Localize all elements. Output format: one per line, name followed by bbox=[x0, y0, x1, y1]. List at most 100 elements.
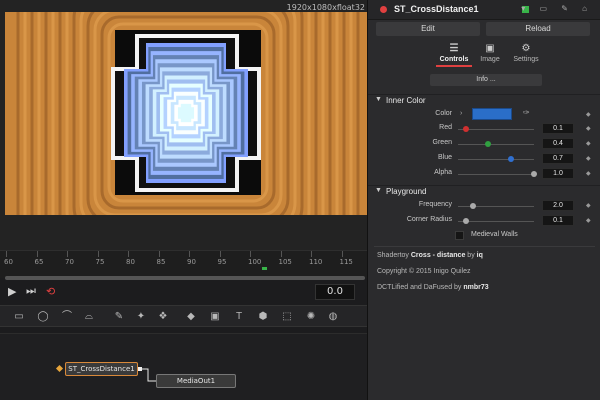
section-playground[interactable]: ▼ Playground bbox=[368, 185, 600, 197]
node-connection bbox=[55, 364, 156, 382]
paint-icon[interactable]: ✎ bbox=[112, 310, 126, 324]
param-slider-knob[interactable] bbox=[462, 126, 469, 132]
tab-image[interactable]: ▣ Image bbox=[470, 42, 510, 63]
credit-shader-name[interactable]: Cross - distance bbox=[411, 252, 465, 259]
text-icon[interactable]: T bbox=[232, 310, 246, 324]
shape3d-icon[interactable]: ◆ bbox=[184, 310, 198, 324]
ruler-tick bbox=[36, 251, 38, 257]
node-mediaout[interactable]: MediaOut1 bbox=[156, 374, 236, 388]
current-time-field[interactable]: 0.0 bbox=[315, 284, 355, 300]
ruler-tick bbox=[6, 251, 7, 257]
tab-settings[interactable]: ⚙ Settings bbox=[506, 42, 546, 63]
keyframe-diamond-icon[interactable]: ◆ bbox=[586, 125, 591, 132]
param-value-field[interactable]: 0.1 bbox=[542, 215, 574, 226]
param-value-field[interactable]: 0.1 bbox=[542, 123, 574, 134]
param-slider-knob[interactable] bbox=[531, 171, 537, 177]
inspector-node-title: ST_CrossDistance1 bbox=[394, 4, 479, 14]
shader-preview bbox=[5, 12, 367, 215]
node-editor[interactable]: ST_CrossDistance1 MediaOut1 bbox=[0, 333, 367, 400]
rectangle-mask-icon[interactable]: ▭ bbox=[12, 310, 26, 324]
param-label: Blue bbox=[437, 154, 452, 161]
credits-line-2: Copyright © 2015 Inigo Quilez bbox=[377, 268, 471, 275]
header-tool-icons[interactable]: ▾ ▭ ✎ ⌂ bbox=[521, 4, 593, 13]
tools-toolbar: ▭ ◯ ⌒ ⌓ ✎ ✦ ❖ ◆ ▣ T ⬢ ⬚ ✺ ◍ bbox=[0, 305, 367, 327]
color-keyframe-row: ◆ bbox=[368, 108, 600, 122]
render-canvas[interactable] bbox=[5, 12, 367, 215]
edit-reload-row: Edit Reload bbox=[368, 22, 600, 38]
time-ruler[interactable]: 60 65 70 75 80 85 90 95 100 105 110 115 bbox=[0, 250, 367, 270]
param-slider-knob[interactable] bbox=[485, 141, 492, 147]
credit-author[interactable]: iq bbox=[477, 252, 483, 259]
keyframe-diamond-icon[interactable]: ◆ bbox=[586, 202, 591, 209]
collapse-caret-icon: ▼ bbox=[375, 187, 382, 194]
credits-line-3: DCTLified and DaFused by nmbr73 bbox=[377, 284, 592, 291]
param-slider-knob[interactable] bbox=[470, 203, 477, 209]
keyframe-marker[interactable] bbox=[262, 267, 267, 270]
tab-controls[interactable]: ☰ Controls bbox=[434, 42, 474, 67]
param-value-field[interactable]: 2.0 bbox=[542, 200, 574, 211]
play-icon[interactable]: ▶ bbox=[8, 285, 16, 298]
polygon-mask-icon[interactable]: ⌒ bbox=[60, 310, 74, 324]
image-icon: ▣ bbox=[485, 43, 495, 54]
param-value-field[interactable]: 0.4 bbox=[542, 138, 574, 149]
param-slider-track[interactable] bbox=[458, 129, 534, 130]
ruler-tick-label: 65 bbox=[34, 258, 44, 266]
loop-icon[interactable]: ⟲ bbox=[46, 285, 55, 298]
edit-button[interactable]: Edit bbox=[376, 22, 480, 36]
bspline-mask-icon[interactable]: ⌓ bbox=[82, 310, 96, 324]
app-root: 1920x1080xfloat32 60 65 70 75 80 85 90 95 100 105… bbox=[0, 0, 600, 400]
ruler-tick bbox=[189, 251, 190, 257]
param-label: Red bbox=[439, 124, 452, 131]
transport-controls: ▶ ⏭ ⟲ 0.0 bbox=[0, 282, 367, 302]
tab-controls-label: Controls bbox=[439, 56, 469, 63]
reload-button[interactable]: Reload bbox=[486, 22, 590, 36]
timeline[interactable]: 60 65 70 75 80 85 90 95 100 105 110 115 bbox=[0, 250, 367, 278]
param-value-field[interactable]: 1.0 bbox=[542, 168, 574, 179]
ruler-tick bbox=[280, 251, 282, 257]
sliders-icon: ☰ bbox=[449, 43, 459, 54]
keyframe-diamond-icon[interactable]: ◆ bbox=[586, 217, 591, 224]
param-slider-track[interactable] bbox=[458, 159, 534, 160]
particles-icon[interactable]: ✦ bbox=[134, 310, 148, 324]
active-indicator-icon[interactable] bbox=[380, 6, 387, 13]
param-slider-track[interactable] bbox=[458, 144, 534, 145]
param-value-field[interactable]: 0.7 bbox=[542, 153, 574, 164]
blur-icon[interactable]: ❖ bbox=[156, 310, 170, 324]
merge3d-icon[interactable]: ▣ bbox=[208, 310, 222, 324]
param-row-green: Green 0.4 ◆ bbox=[368, 137, 600, 151]
credit-dafused-author[interactable]: nmbr73 bbox=[463, 284, 488, 291]
inspector-tabs: ☰ Controls ▣ Image ⚙ Settings bbox=[368, 42, 600, 70]
ruler-tick-label: 70 bbox=[65, 258, 74, 266]
keyframe-diamond-icon[interactable]: ◆ bbox=[586, 155, 591, 162]
camera-icon[interactable]: ⬢ bbox=[256, 310, 270, 324]
ellipse-mask-icon[interactable]: ◯ bbox=[36, 310, 50, 324]
ruler-tick-label: 85 bbox=[156, 258, 166, 266]
tab-image-label: Image bbox=[480, 56, 500, 63]
ruler-tick-label: 75 bbox=[95, 258, 105, 266]
param-slider-track[interactable] bbox=[458, 221, 534, 222]
ruler-tick-label: 95 bbox=[217, 258, 227, 266]
ruler-tick-label: 115 bbox=[339, 258, 353, 266]
renderer-icon[interactable]: ⬚ bbox=[280, 310, 294, 324]
ruler-tick bbox=[341, 251, 343, 257]
keyframe-diamond-icon[interactable]: ◆ bbox=[586, 111, 591, 118]
sphere-icon[interactable]: ◍ bbox=[326, 310, 340, 324]
light-icon[interactable]: ✺ bbox=[304, 310, 318, 324]
credit-prefix: Shadertoy bbox=[377, 252, 409, 259]
keyframe-diamond-icon[interactable]: ◆ bbox=[586, 170, 591, 177]
param-slider-track[interactable] bbox=[458, 174, 534, 175]
info-button[interactable]: Info ... bbox=[430, 74, 542, 86]
fast-forward-icon[interactable]: ⏭ bbox=[26, 285, 36, 298]
medieval-walls-checkbox[interactable] bbox=[455, 231, 464, 240]
param-slider-knob[interactable] bbox=[508, 156, 515, 162]
tab-settings-label: Settings bbox=[513, 56, 539, 63]
active-tab-indicator bbox=[436, 65, 472, 67]
section-inner-color[interactable]: ▼ Inner Color bbox=[368, 94, 600, 106]
param-slider-knob[interactable] bbox=[462, 218, 469, 224]
node-st-crossdistance[interactable]: ST_CrossDistance1 bbox=[65, 362, 138, 376]
param-label: Green bbox=[432, 139, 452, 146]
credit-dafused-prefix: DCTLified and DaFused by bbox=[377, 284, 462, 291]
ruler-tick-label: 80 bbox=[126, 258, 135, 266]
timeline-scrollbar[interactable] bbox=[5, 276, 365, 280]
keyframe-diamond-icon[interactable]: ◆ bbox=[586, 140, 591, 147]
